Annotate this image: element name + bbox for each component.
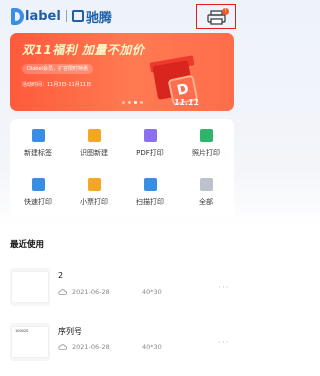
- label-paper: 100020: [12, 327, 48, 357]
- tool-scan-create[interactable]: 识图新建: [66, 129, 122, 158]
- tool-scan-print[interactable]: 扫描打印: [122, 178, 178, 207]
- pdf-print-icon: [143, 129, 157, 142]
- cloud-icon: [58, 344, 67, 350]
- tool-label: 快速打印: [24, 198, 52, 206]
- brand-cn: 驰腾: [85, 10, 112, 26]
- banner-date: 活动时间：11月3日-11月11日: [22, 82, 92, 88]
- carousel-dots[interactable]: [122, 101, 143, 104]
- banner-subtitle: Dlabel会员，扩容限时特惠: [22, 64, 93, 74]
- scan-print-icon: [143, 178, 157, 191]
- tool-new-label[interactable]: 新建标签: [10, 129, 66, 158]
- tool-label: 照片打印: [192, 149, 220, 157]
- recent-item-name: 2: [58, 271, 64, 280]
- dlabel-logo-icon: [11, 7, 24, 25]
- promo-banner[interactable]: 双11福利 加量不加价 Dlabel会员，扩容限时特惠 活动时间：11月3日-1…: [10, 33, 234, 111]
- new-label-icon: [31, 129, 45, 142]
- tool-quick-print[interactable]: 快速打印: [10, 178, 66, 207]
- more-options-button[interactable]: ···: [218, 338, 230, 348]
- tool-grid: 新建标签 识图新建 PDF打印 照片打印 快速打印 小票打印 扫描打印 全部: [10, 119, 234, 217]
- recent-item-size: 40*30: [142, 288, 162, 296]
- carousel-dot[interactable]: [122, 101, 125, 104]
- label-thumbnail: 100020: [10, 323, 50, 361]
- photo-print-icon: [199, 129, 213, 142]
- carousel-dot[interactable]: [128, 101, 131, 104]
- tool-pdf-print[interactable]: PDF打印: [122, 129, 178, 158]
- printer-status-badge: !: [222, 8, 229, 15]
- tool-label: 识图新建: [80, 149, 108, 157]
- scan-create-icon: [87, 129, 101, 142]
- all-grid-icon: [199, 178, 213, 191]
- cloud-icon: [58, 289, 67, 295]
- tool-photo-print[interactable]: 照片打印: [178, 129, 234, 158]
- tool-label: 小票打印: [80, 198, 108, 206]
- tool-label: 全部: [199, 198, 213, 206]
- recent-item-size: 40*30: [142, 343, 162, 351]
- carousel-dot[interactable]: [140, 101, 143, 104]
- brand-logo: label 驰腾: [11, 7, 112, 26]
- label-paper: [12, 272, 48, 302]
- tool-label: 新建标签: [24, 149, 52, 157]
- tool-label: 扫描打印: [136, 198, 164, 206]
- app-header: label 驰腾 !: [0, 0, 242, 32]
- logo-divider: [65, 10, 67, 22]
- label-thumbnail: [10, 268, 50, 306]
- recent-item-date: 2021-06-28: [72, 288, 110, 296]
- recent-section-title: 最近使用: [10, 240, 45, 250]
- tool-all[interactable]: 全部: [178, 178, 234, 207]
- thumbnail-text: 100020: [15, 329, 29, 333]
- carousel-dot[interactable]: [134, 101, 137, 104]
- recent-item[interactable]: 100020 序列号 2021-06-28 40*30 ···: [10, 323, 234, 363]
- receipt-print-icon: [87, 178, 101, 191]
- printer-button[interactable]: !: [196, 4, 236, 29]
- more-options-button[interactable]: ···: [218, 283, 230, 293]
- banner-title: 双11福利 加量不加价: [22, 43, 145, 57]
- chiteng-logo-icon: [71, 10, 84, 22]
- banner-1111-badge: 11.11: [174, 98, 200, 107]
- tool-label: PDF打印: [136, 149, 164, 157]
- brand-latin: label: [25, 8, 61, 24]
- recent-item-name: 序列号: [58, 327, 82, 336]
- quick-print-icon: [31, 178, 45, 191]
- tool-receipt-print[interactable]: 小票打印: [66, 178, 122, 207]
- recent-item-date: 2021-06-28: [72, 343, 110, 351]
- recent-item[interactable]: 2 2021-06-28 40*30 ···: [10, 268, 234, 308]
